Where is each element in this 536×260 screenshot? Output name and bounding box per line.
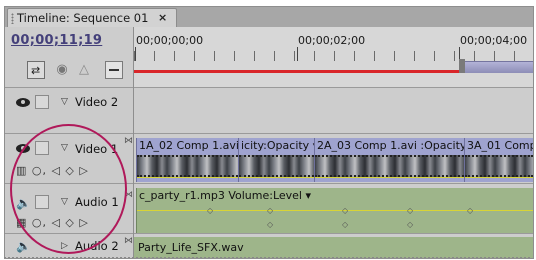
keyframe-controls[interactable]: ▦ ○, ◁ ◇ ▷ <box>16 216 89 229</box>
keyframe-controls[interactable]: ▥ ○, ◁ ◇ ▷ <box>16 164 89 177</box>
keyframe-icon[interactable]: ◇ <box>342 220 348 229</box>
snap-button[interactable]: ⇄ <box>27 61 45 79</box>
timeline-tools: ⇄ ◉ △ <box>5 61 133 85</box>
sync-lock-icon: ⋈ <box>124 190 133 200</box>
ruler-ticks <box>134 51 533 61</box>
clip-title: Party_Life_SFX.wav <box>138 241 244 254</box>
panel-bottom-edge <box>4 257 532 258</box>
ruler-label: 00;00;02;00 <box>298 34 366 47</box>
render-bar <box>134 70 466 73</box>
expand-triangle-icon[interactable]: ▷ <box>61 241 68 251</box>
sync-lock-icon: ⋈ <box>124 236 133 246</box>
keyframe-icon[interactable]: ◇ <box>407 206 413 215</box>
speaker-icon[interactable]: 🔈 <box>16 239 31 253</box>
track-lane-video1[interactable]: 1A_02 Comp 1.avi icity:Opacity ▾ 2A_03 C… <box>134 133 533 183</box>
sync-lock-icon: ⋈ <box>124 136 133 146</box>
opacity-line[interactable] <box>465 177 533 178</box>
work-area-bar[interactable] <box>461 61 533 73</box>
keyframe-icon[interactable]: ◇ <box>207 206 213 215</box>
lock-toggle[interactable] <box>35 195 49 209</box>
track-header-video2: ▽ Video 2 <box>5 87 133 133</box>
clip-title: 1A_02 Comp 1.avi <box>139 139 238 152</box>
video-clip[interactable]: 2A_03 Comp 1.avi :Opacity ▾ <box>314 138 464 182</box>
ruler-label: 00;00;04;00 <box>460 34 528 47</box>
set-marker-button[interactable]: ◉ <box>53 61 71 79</box>
clip-thumbnails <box>315 155 464 177</box>
speaker-icon[interactable]: 🔈 <box>16 196 31 210</box>
sync-lock-icon <box>109 69 119 71</box>
opacity-line[interactable] <box>239 177 314 178</box>
track-lane-audio2[interactable]: Party_Life_SFX.wav <box>134 233 533 258</box>
ruler-major-tick <box>135 47 136 61</box>
audio-clip[interactable]: c_party_r1.mp3 Volume:Level ▾ ◇ ◇ ◇ ◇ ◇ … <box>136 188 533 234</box>
track-name: Video 1 <box>75 142 119 156</box>
opacity-line[interactable] <box>137 177 238 178</box>
sync-lock-button[interactable] <box>105 61 123 79</box>
marker-icon: ◉ <box>56 62 68 77</box>
clip-title: icity:Opacity ▾ <box>241 139 314 152</box>
track-header-video1: ▽ Video 1 ▥ ○, ◁ ◇ ▷ ⋈ <box>5 133 133 183</box>
keyframe-icon[interactable]: ◇ <box>407 220 413 229</box>
track-lane-video2[interactable] <box>134 87 533 133</box>
ruler-label: 00;00;00;00 <box>136 34 204 47</box>
tab-timeline-sequence[interactable]: Timeline: Sequence 01 × <box>7 8 177 27</box>
clip-thumbnails <box>239 155 314 177</box>
work-area-handle[interactable] <box>459 59 465 73</box>
track-name: Video 2 <box>75 95 119 109</box>
keyframe-icon[interactable]: ◇ <box>267 220 273 229</box>
lock-toggle[interactable] <box>35 95 49 109</box>
video-clip[interactable]: icity:Opacity ▾ <box>238 138 314 182</box>
ruler-major-tick <box>297 47 298 61</box>
opacity-line[interactable] <box>315 177 464 178</box>
eye-icon[interactable] <box>16 144 30 153</box>
grip-icon[interactable] <box>11 13 14 24</box>
track-header-audio2: 🔈 ▷ Audio 2 ⋈ <box>5 233 133 258</box>
current-timecode[interactable]: 00;00;11;19 <box>11 33 102 48</box>
clip-title: 2A_03 Comp 1.avi :Opacity ▾ <box>317 139 464 152</box>
clip-thumbnails <box>137 155 238 177</box>
keyframe-icon[interactable]: ◇ <box>267 206 273 215</box>
keyframe-button[interactable]: △ <box>75 61 93 79</box>
tab-strip: Timeline: Sequence 01 × <box>5 7 533 27</box>
clip-title: c_party_r1.mp3 Volume:Level ▾ <box>139 189 311 202</box>
track-name: Audio 1 <box>75 195 119 209</box>
clip-thumbnails <box>465 155 533 177</box>
eye-icon[interactable] <box>16 98 30 107</box>
keyframe-icon: △ <box>79 62 89 77</box>
time-ruler[interactable]: 00;00;00;00 00;00;02;00 00;00;04;00 <box>134 27 533 87</box>
audio-clip[interactable]: Party_Life_SFX.wav <box>134 237 533 258</box>
track-name: Audio 2 <box>75 239 119 253</box>
track-lane-audio1[interactable]: c_party_r1.mp3 Volume:Level ▾ ◇ ◇ ◇ ◇ ◇ … <box>134 183 533 234</box>
video-clip[interactable]: 1A_02 Comp 1.avi <box>136 138 238 182</box>
keyframe-icon[interactable]: ◇ <box>467 206 473 215</box>
collapse-triangle-icon[interactable]: ▽ <box>61 197 68 207</box>
keyframe-icon[interactable]: ◇ <box>342 206 348 215</box>
volume-level-line[interactable] <box>137 210 533 211</box>
clip-title: 3A_01 Comp <box>467 139 533 152</box>
snap-icon: ⇄ <box>31 64 41 77</box>
tab-label: Timeline: Sequence 01 <box>17 11 149 25</box>
video-clip[interactable]: 3A_01 Comp <box>464 138 533 182</box>
collapse-triangle-icon[interactable]: ▽ <box>61 143 68 153</box>
collapse-triangle-icon[interactable]: ▽ <box>61 97 68 107</box>
track-header-audio1: 🔈 ▽ Audio 1 ▦ ○, ◁ ◇ ▷ ⋈ <box>5 183 133 233</box>
timeline-panel: Timeline: Sequence 01 × 00;00;11;19 ⇄ ◉ … <box>4 6 534 259</box>
close-icon[interactable]: × <box>158 11 167 24</box>
lock-toggle[interactable] <box>35 141 49 155</box>
